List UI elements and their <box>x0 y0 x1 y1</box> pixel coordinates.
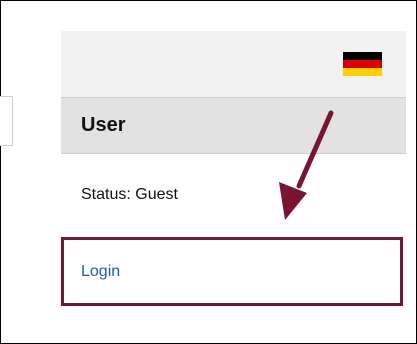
flag-stripe-gold <box>343 68 382 76</box>
partial-input-box[interactable] <box>0 96 13 146</box>
login-highlight-box[interactable]: Login <box>61 237 403 306</box>
user-panel: User Status: Guest Login <box>61 31 406 342</box>
user-panel-header: User <box>61 97 406 154</box>
flag-stripe-red <box>343 60 382 68</box>
flag-stripe-black <box>343 52 382 60</box>
german-flag-icon[interactable] <box>343 52 382 76</box>
panel-title: User <box>81 114 126 136</box>
login-link[interactable]: Login <box>81 263 120 281</box>
status-text: Status: Guest <box>81 186 178 203</box>
language-bar <box>61 31 406 97</box>
